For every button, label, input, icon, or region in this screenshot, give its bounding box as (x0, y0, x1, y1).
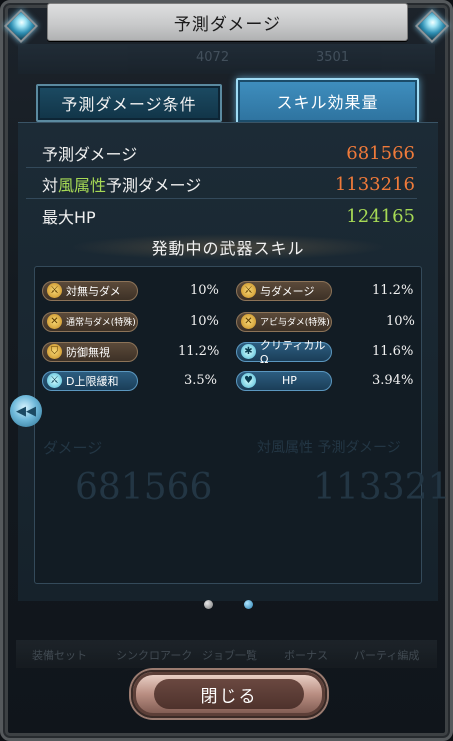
skill-value: 11.2% (178, 344, 220, 359)
skill-pill: ⛉ 防御無視 (42, 341, 138, 362)
dialog-title: 予測ダメージ (173, 14, 282, 35)
close-button[interactable]: 閉じる (131, 670, 327, 718)
skill-label: 対無与ダメ (66, 284, 121, 298)
dialog-title-bar: 予測ダメージ (47, 3, 408, 41)
skill-row: ⛉ 防御無視 (42, 341, 138, 362)
skill-label: アビ与ダメ(特殊) (260, 318, 330, 328)
skill-value: 3.94% (372, 373, 414, 388)
background-strip: 4072 3501 (18, 44, 435, 74)
skill-row: ⚔ 与ダメージ (236, 280, 332, 301)
element-damage-row: 対風属性予測ダメージ 1133216 (26, 170, 417, 199)
ghost-label: 対風属性 予測ダメージ (257, 440, 401, 456)
star-icon: ✱ (241, 344, 256, 359)
tab-skill-effects[interactable]: スキル効果量 (236, 78, 419, 124)
heart-icon: ♥ (241, 373, 256, 388)
swords-icon: ✕ (47, 314, 62, 329)
skill-value: 3.5% (184, 373, 218, 388)
skill-label: 防御無視 (66, 345, 110, 359)
skill-label: 通常与ダメ(特殊) (66, 318, 136, 328)
max-hp-label: 最大HP (42, 208, 96, 227)
background-number: 3501 (316, 50, 350, 65)
swords-icon: ✕ (241, 314, 256, 329)
element-name: 風属性 (58, 176, 107, 195)
ghost-value: 113321 (313, 467, 451, 508)
skill-row: ✱ クリティカルΩ (236, 339, 332, 366)
ghost-label: ダメージ (43, 439, 103, 457)
page-dot-1[interactable] (204, 600, 213, 609)
predicted-damage-label: 予測ダメージ (42, 145, 138, 164)
skill-value: 10% (190, 314, 219, 329)
skill-value: 10% (386, 314, 415, 329)
close-button-label: 閉じる (200, 686, 258, 707)
rewind-icon: ◀◀ (16, 403, 36, 419)
skill-label: HP (282, 374, 297, 387)
skill-label: クリティカルΩ (260, 339, 326, 366)
background-menu-bar: 装備セット シンクロアーク ジョブ一覧 ボーナス パーティ編成 (16, 640, 437, 668)
max-hp-value: 124165 (346, 205, 415, 227)
sword-icon: ⚔ (241, 283, 256, 298)
sword-icon: ⚔ (47, 373, 62, 388)
skill-row: ♥ HP (236, 370, 332, 391)
element-damage-value: 1133216 (334, 173, 415, 195)
skill-label: 与ダメージ (260, 284, 315, 298)
page-dot-2[interactable] (244, 600, 253, 609)
skill-pill: ⚔ D上限緩和 (42, 370, 138, 391)
skill-pill: ⚔ 対無与ダメ (42, 280, 138, 301)
max-hp-row: 最大HP 124165 (26, 202, 417, 230)
element-damage-label: 対風属性予測ダメージ (42, 176, 202, 195)
sword-icon: ⚔ (47, 283, 62, 298)
tab-damage-conditions[interactable]: 予測ダメージ条件 (36, 84, 222, 122)
skill-value: 10% (190, 283, 219, 298)
skill-row: ⚔ 対無与ダメ (42, 280, 138, 301)
background-number: 4072 (196, 50, 230, 65)
skill-pill: ✕ アビ与ダメ(特殊) (236, 311, 332, 332)
predicted-damage-row: 予測ダメージ 681566 (26, 139, 417, 168)
skill-pill: ⚔ 与ダメージ (236, 280, 332, 301)
skill-value: 11.6% (372, 344, 414, 359)
skill-pill: ✱ クリティカルΩ (236, 339, 332, 366)
skill-row: ⚔ D上限緩和 (42, 370, 138, 391)
skill-row: ✕ アビ与ダメ(特殊) (236, 311, 332, 332)
weapon-skills-heading: 発動中の武器スキル (70, 234, 386, 260)
predicted-damage-value: 681566 (346, 142, 415, 164)
skill-row: ✕ 通常与ダメ(特殊) (42, 311, 138, 332)
ghost-value: 681566 (75, 467, 213, 508)
skill-label: D上限緩和 (66, 374, 119, 388)
skill-pill: ✕ 通常与ダメ(特殊) (42, 311, 138, 332)
skill-value: 11.2% (372, 283, 414, 298)
prev-page-button[interactable]: ◀◀ (10, 395, 42, 427)
shield-icon: ⛉ (47, 344, 62, 359)
skill-pill: ♥ HP (236, 370, 332, 391)
